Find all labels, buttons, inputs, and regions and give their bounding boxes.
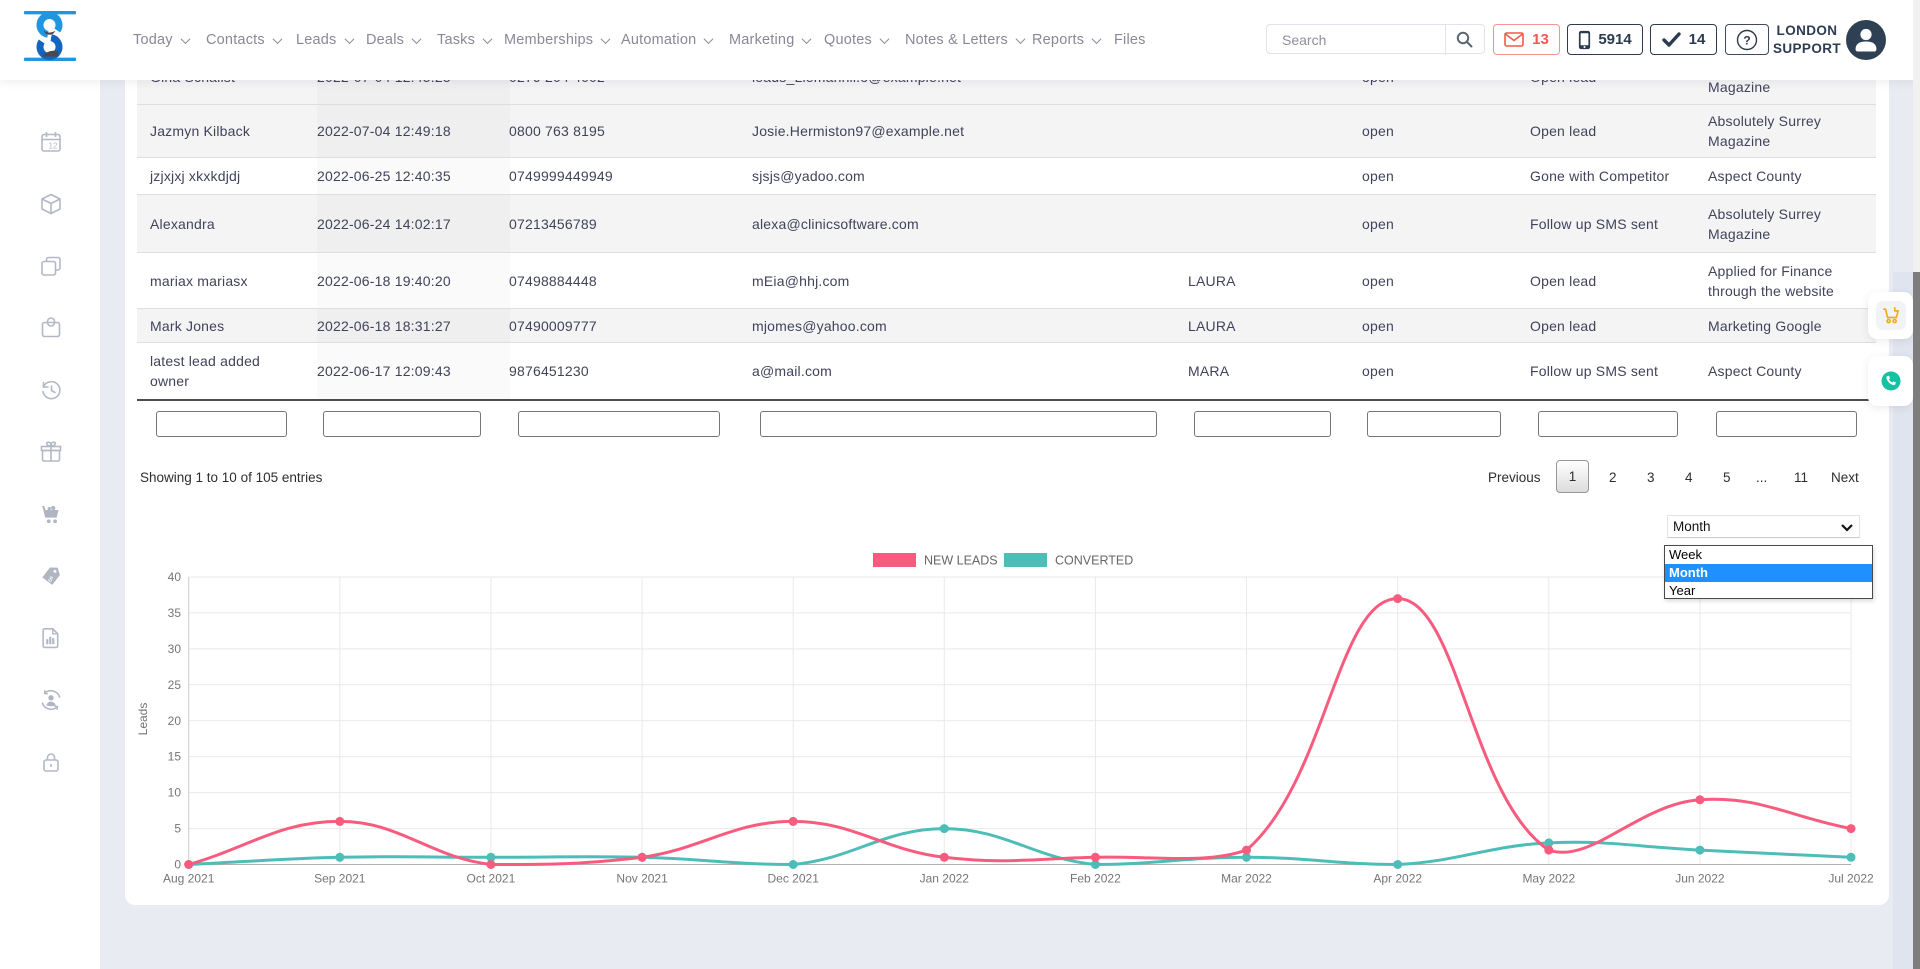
svg-text:CONVERTED: CONVERTED (1055, 554, 1133, 568)
svg-text:Jan 2022: Jan 2022 (920, 872, 970, 886)
svg-text:Oct 2021: Oct 2021 (467, 872, 516, 886)
svg-text:0: 0 (174, 858, 181, 872)
svg-text:Aug 2021: Aug 2021 (163, 872, 215, 886)
svg-text:Sep 2021: Sep 2021 (314, 872, 366, 886)
svg-text:15: 15 (168, 750, 182, 764)
svg-text:10: 10 (168, 786, 182, 800)
svg-text:Feb 2022: Feb 2022 (1070, 872, 1121, 886)
svg-text:Mar 2022: Mar 2022 (1221, 872, 1272, 886)
svg-text:NEW LEADS: NEW LEADS (924, 554, 998, 568)
svg-text:Apr 2022: Apr 2022 (1373, 872, 1422, 886)
svg-text:25: 25 (168, 678, 182, 692)
svg-text:35: 35 (168, 606, 182, 620)
svg-text:5: 5 (174, 822, 181, 836)
svg-text:Nov 2021: Nov 2021 (616, 872, 668, 886)
svg-text:?: ? (1743, 33, 1750, 47)
svg-text:Jun 2022: Jun 2022 (1675, 872, 1725, 886)
svg-text:12: 12 (49, 142, 58, 151)
svg-text:30: 30 (168, 642, 182, 656)
svg-text:May 2022: May 2022 (1522, 872, 1575, 886)
svg-text:40: 40 (168, 570, 182, 584)
svg-text:20: 20 (168, 714, 182, 728)
svg-text:Leads: Leads (136, 703, 150, 736)
svg-text:Jul 2022: Jul 2022 (1828, 872, 1874, 886)
svg-text:Dec 2021: Dec 2021 (768, 872, 820, 886)
